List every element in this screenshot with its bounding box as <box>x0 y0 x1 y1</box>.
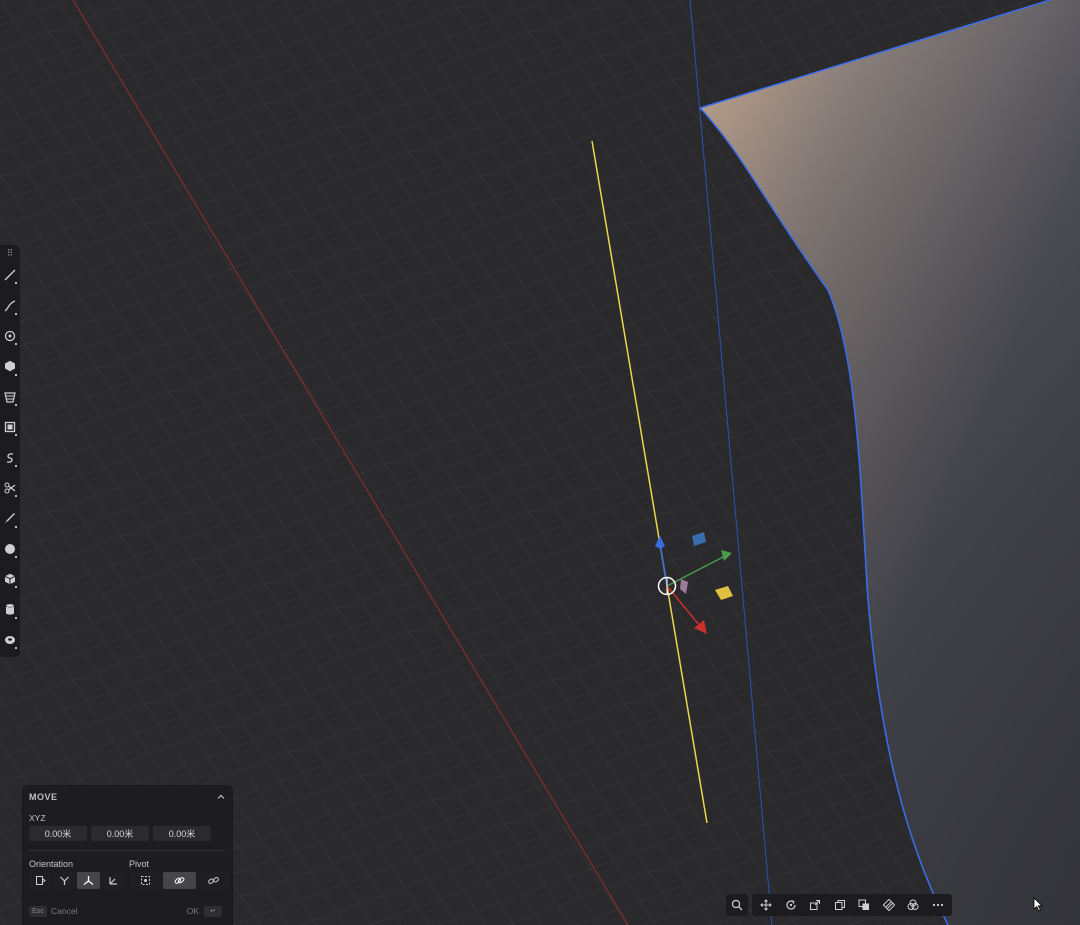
ok-button[interactable]: OK <box>187 906 199 916</box>
copy-tool-button[interactable] <box>828 894 853 916</box>
render-tool-button[interactable] <box>901 894 926 916</box>
pivot-unlink-button[interactable] <box>197 872 230 889</box>
cylinder-tool-icon[interactable] <box>0 594 19 624</box>
orientation-label: Orientation <box>29 859 74 869</box>
object-frame-icon <box>36 876 46 885</box>
coordinate-label: XYZ <box>29 813 46 823</box>
orientation-object-button[interactable] <box>29 872 52 889</box>
chevron-up-icon[interactable] <box>216 792 226 802</box>
spiral-tool-icon[interactable] <box>0 442 19 472</box>
sphere-tool-icon[interactable] <box>0 534 19 564</box>
orientation-buttons <box>29 872 124 889</box>
move-panel-header: MOVE <box>29 791 226 803</box>
move-tool-button[interactable] <box>754 894 779 916</box>
scale-icon <box>810 900 821 910</box>
pivot-link-button[interactable] <box>163 872 196 889</box>
more-options-button[interactable] <box>926 894 951 916</box>
z-value-input[interactable]: 0.00米 <box>153 826 211 841</box>
torus-tool-icon[interactable] <box>0 625 19 655</box>
esc-key-hint: Esc <box>29 905 47 917</box>
copy-icon <box>834 900 845 910</box>
unlink-icon <box>208 876 219 885</box>
x-value-input[interactable]: 0.00米 <box>29 826 87 841</box>
polygon-tool-icon[interactable] <box>0 351 19 381</box>
more-icon <box>932 903 943 907</box>
box-select-tool-icon[interactable] <box>0 412 19 442</box>
move-panel-footer: Esc Cancel OK ↵ <box>29 904 226 918</box>
coordinate-inputs: 0.00米 0.00米 0.00米 <box>29 826 211 841</box>
move-panel-title: MOVE <box>29 792 58 802</box>
curve-tool-icon[interactable] <box>0 290 19 320</box>
transform-tools-group <box>752 894 952 916</box>
pivot-label: Pivot <box>129 859 150 869</box>
pivot-center-icon <box>141 876 150 885</box>
rotate-tool-button[interactable] <box>779 894 804 916</box>
enter-key-hint: ↵ <box>204 905 222 917</box>
toolbar-grip-icon[interactable]: ⠿ <box>0 246 19 260</box>
move-icon <box>760 899 772 911</box>
link-icon <box>174 877 185 884</box>
pivot-center-button[interactable] <box>129 872 162 889</box>
cut-tool-icon[interactable] <box>0 473 19 503</box>
ok-action[interactable]: OK ↵ <box>187 905 226 917</box>
panel-divider <box>29 850 226 851</box>
search-button[interactable] <box>726 894 748 916</box>
cancel-action[interactable]: Esc Cancel <box>29 905 77 917</box>
cube-tool-icon[interactable] <box>0 564 19 594</box>
orientation-world-button[interactable] <box>77 872 100 889</box>
material-icon <box>882 899 895 911</box>
world-axes-icon <box>83 876 94 886</box>
left-toolbar: ⠿ <box>0 246 19 656</box>
line-tool-icon[interactable] <box>0 260 19 290</box>
boolean-icon <box>858 899 870 910</box>
material-tool-button[interactable] <box>877 894 902 916</box>
cancel-button[interactable]: Cancel <box>51 906 77 916</box>
boolean-tool-button[interactable] <box>852 894 877 916</box>
pivot-buttons <box>129 872 230 889</box>
search-icon <box>731 899 743 911</box>
rotate-icon <box>786 900 796 910</box>
mouse-cursor-icon <box>1033 897 1043 912</box>
normal-axes-icon <box>60 876 69 885</box>
circle-tool-icon[interactable] <box>0 321 19 351</box>
orientation-normal-button[interactable] <box>53 872 76 889</box>
render-icon <box>907 899 919 910</box>
orientation-view-button[interactable] <box>101 872 124 889</box>
move-panel: MOVE XYZ 0.00米 0.00米 0.00米 Orientation P… <box>23 786 232 925</box>
scale-tool-button[interactable] <box>803 894 828 916</box>
loft-tool-icon[interactable] <box>0 382 19 412</box>
bottom-toolbar <box>726 894 952 916</box>
y-value-input[interactable]: 0.00米 <box>91 826 149 841</box>
sketch-tool-icon[interactable] <box>0 503 19 533</box>
view-axes-icon <box>109 877 117 885</box>
